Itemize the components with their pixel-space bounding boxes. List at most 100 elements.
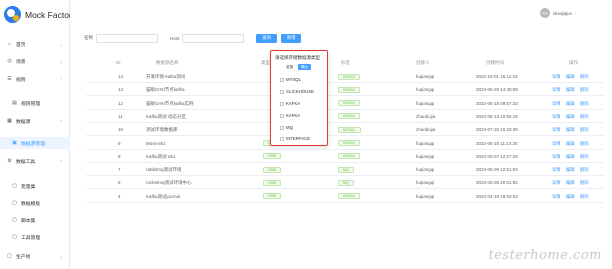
sidebar-item-scene[interactable]: ◎ 场景 ⌄ (0, 55, 70, 67)
checkbox[interactable] (280, 125, 284, 130)
sidebar-item-label: 工具管理 (21, 235, 41, 241)
user-menu[interactable]: shao shaojiajun ⌄ (539, 8, 577, 18)
option-label: INTERFACE (286, 136, 311, 141)
table-row: 10 测试环境数据库 MYSQL zhaobojia 2022-07-25 15:33:… (86, 123, 604, 137)
sidebar-item-label: 数据源管理 (21, 141, 45, 147)
logo-text: Mock Factory (25, 9, 77, 20)
checkbox[interactable] (280, 77, 284, 82)
edit-link[interactable]: 编辑 (566, 114, 575, 120)
checkbox[interactable] (280, 101, 284, 106)
sidebar-item-variable[interactable]: ▢ 变量集 (0, 180, 70, 192)
option-label: MQ (286, 125, 293, 130)
view-link[interactable]: 详情 (552, 101, 561, 107)
cell-time: 2022-04-19 18:53:03 (476, 193, 518, 199)
option-kafka-2[interactable]: KAFKA (280, 113, 300, 118)
edit-link[interactable]: 编辑 (566, 194, 575, 200)
chevron-down-icon: ⌄ (59, 253, 63, 259)
sidebar-item-tool-manage[interactable]: ▢ 工具管理 (0, 231, 70, 243)
cell-creator: fuqiangqi (416, 100, 435, 106)
user-name: shaojiajun (552, 10, 573, 16)
cell-creator: fuqiangqi (416, 167, 435, 173)
header-type[interactable]: 类型 (261, 60, 270, 66)
delete-link[interactable]: 删除 (580, 180, 589, 186)
cell-creator: zhaobojia (416, 113, 436, 119)
option-label: CLICKHOUSE (286, 89, 314, 94)
avatar: shao (539, 8, 550, 18)
edit-link[interactable]: 编辑 (566, 87, 575, 93)
home-icon: ⌂ (7, 41, 12, 47)
tag-badge: KAFKA (338, 86, 360, 93)
delete-link[interactable]: 删除 (580, 114, 589, 120)
datasource-icon: ▦ (7, 118, 12, 124)
edit-link[interactable]: 编辑 (566, 141, 575, 147)
option-kafka[interactable]: KAFKA (280, 101, 300, 106)
host-input[interactable] (182, 33, 245, 43)
delete-link[interactable]: 删除 (580, 154, 589, 160)
type-filter-popover: 请选择存储数据源类型 重置 确认 MYSQL CLICKHOUSE KAFKA … (270, 50, 328, 146)
header-creator: 创建人 (416, 60, 430, 65)
view-link[interactable]: 详情 (552, 87, 561, 93)
sidebar-item-script[interactable]: ▢ 脚本集 (0, 214, 70, 226)
variable-icon: ▢ (12, 183, 17, 189)
edit-link[interactable]: 编辑 (566, 101, 575, 107)
sidebar-item-label: 变量集 (21, 184, 36, 190)
view-link[interactable]: 详情 (552, 154, 561, 160)
sidebar-item-datasource-manage[interactable]: ▣ 数据源管理 (0, 137, 70, 149)
delete-link[interactable]: 删除 (580, 87, 589, 93)
checkbox[interactable] (280, 89, 284, 94)
pipeline-icon: ▢ (7, 253, 12, 259)
sidebar-item-template[interactable]: ▢ 数据模板 (0, 197, 70, 209)
view-link[interactable]: 详情 (552, 180, 561, 186)
watermark: testerhome.com (488, 248, 602, 263)
edit-link[interactable]: 编辑 (566, 127, 575, 133)
view-link[interactable]: 详情 (552, 141, 561, 147)
type-badge: CRM (263, 179, 282, 186)
sidebar-item-home[interactable]: ⌂ 首页 ⌄ (0, 38, 70, 50)
edit-link[interactable]: 编辑 (566, 154, 575, 160)
cell-name: Kafka测试journal (146, 193, 181, 199)
cell-time: 2022-05-18 09:57:33 (476, 100, 518, 106)
add-button[interactable]: 新增 (280, 33, 302, 43)
name-input[interactable] (96, 33, 158, 43)
query-button[interactable]: 查询 (256, 33, 277, 43)
delete-link[interactable]: 删除 (580, 74, 589, 80)
delete-link[interactable]: 删除 (580, 141, 589, 147)
edit-link[interactable]: 编辑 (566, 180, 575, 186)
view-link[interactable]: 详情 (552, 74, 561, 80)
option-label: KAFKA (286, 113, 301, 118)
app-logo[interactable]: Mock Factory (4, 6, 76, 23)
checkbox[interactable] (280, 113, 284, 118)
reset-button[interactable]: 重置 (286, 65, 293, 70)
delete-link[interactable]: 删除 (580, 167, 589, 173)
name-label: 名称 (84, 35, 93, 40)
delete-link[interactable]: 删除 (580, 194, 589, 200)
option-mq[interactable]: MQ (280, 125, 293, 130)
header-id: ID (116, 60, 121, 65)
sidebar-item-rule[interactable]: ☰ 规则 ⌃ (0, 73, 70, 85)
delete-link[interactable]: 删除 (580, 101, 589, 107)
sidebar-item-datatool[interactable]: ⚙ 数据工具 ⌃ (0, 155, 70, 167)
cell-name: 猫眼CHN节点kafka实例 (146, 100, 194, 106)
delete-link[interactable]: 删除 (580, 127, 589, 133)
sidebar-item-rule-manage[interactable]: ▤ 规则管理 (0, 97, 70, 109)
scene-icon: ◎ (7, 58, 12, 64)
checkbox[interactable] (280, 136, 284, 141)
edit-link[interactable]: 编辑 (566, 167, 575, 173)
option-mysql[interactable]: MYSQL (280, 77, 301, 82)
option-clickhouse[interactable]: CLICKHOUSE (280, 89, 314, 94)
confirm-button[interactable]: 确认 (298, 64, 312, 70)
sidebar-item-label: 规则管理 (21, 101, 41, 107)
sidebar-item-datasource[interactable]: ▦ 数据源 ⌃ (0, 115, 70, 127)
table-row: 4 Kafka测试journal CRM KAFKA fuqiangqi 2022-04-… (86, 190, 604, 203)
view-link[interactable]: 详情 (552, 127, 561, 133)
edit-link[interactable]: 编辑 (566, 74, 575, 80)
cell-name: Mock-eb1 (146, 140, 166, 146)
cell-time: 2022-05-09 12:51:04 (476, 167, 518, 173)
sidebar-item-pipeline[interactable]: ▢ 生产线 ⌄ (0, 250, 70, 262)
option-interface[interactable]: INTERFACE (280, 136, 310, 141)
sidebar: Mock Factory ⌂ 首页 ⌄ ◎ 场景 ⌄ ☰ 规则 ⌃ ▤ 规则管理… (0, 0, 76, 269)
view-link[interactable]: 详情 (552, 167, 561, 173)
view-link[interactable]: 详情 (552, 114, 561, 120)
view-link[interactable]: 详情 (552, 194, 561, 200)
cell-name: Kafka测试-eb1 (146, 153, 176, 159)
